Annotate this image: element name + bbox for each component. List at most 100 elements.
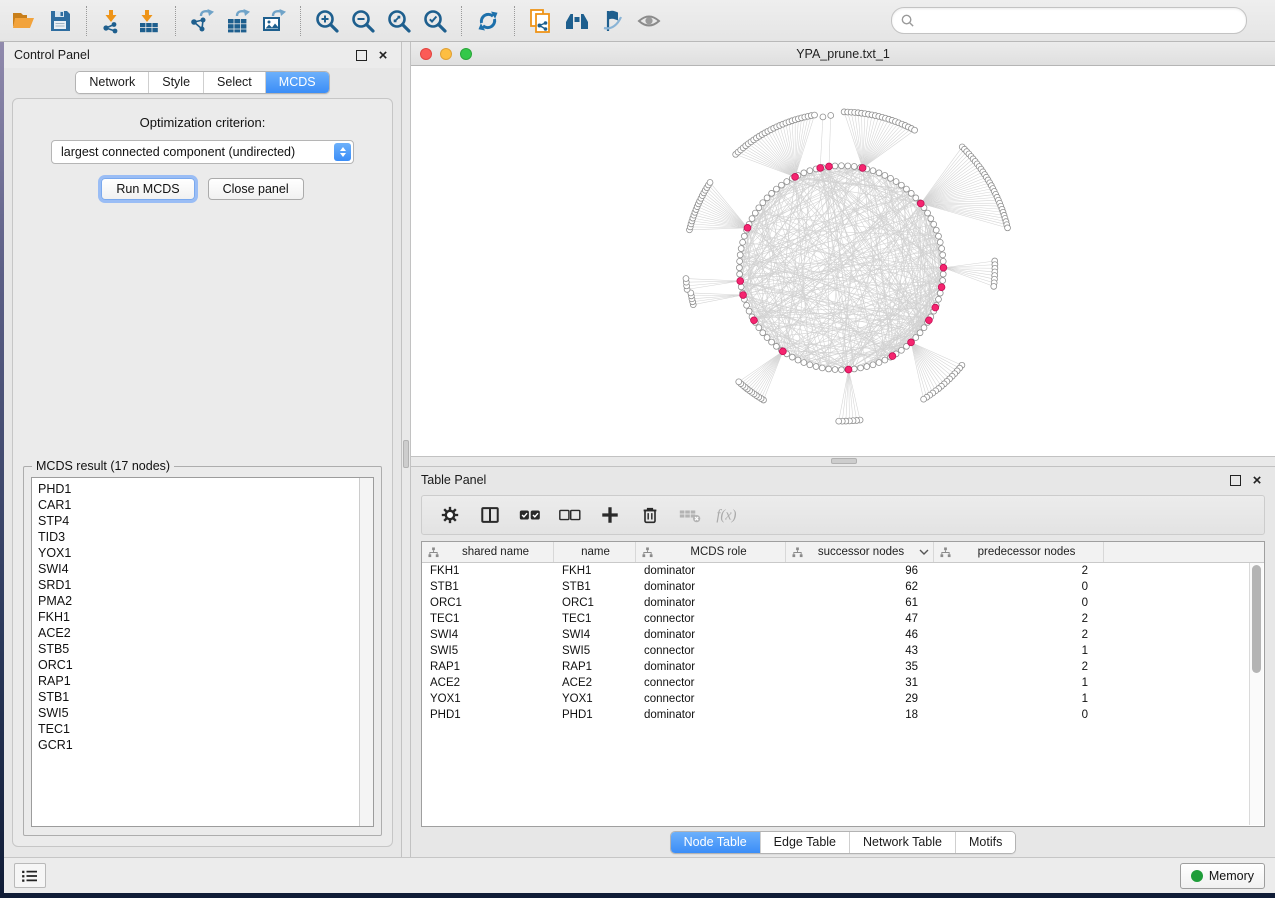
table-row[interactable]: SWI4SWI4dominator462	[422, 627, 1264, 643]
table-cell[interactable]: 0	[934, 709, 1104, 721]
table-cell[interactable]: 62	[786, 581, 934, 593]
table-cell[interactable]: PHD1	[422, 709, 554, 721]
mcds-result-item[interactable]: SWI4	[38, 561, 359, 577]
table-cell[interactable]: dominator	[636, 581, 786, 593]
show-hide-icon[interactable]	[633, 5, 665, 37]
table-row[interactable]: FKH1FKH1dominator962	[422, 563, 1264, 579]
table-cell[interactable]: FKH1	[422, 565, 554, 577]
table-cell[interactable]: 2	[934, 661, 1104, 673]
table-float-button[interactable]	[1227, 472, 1243, 488]
table-cell[interactable]: connector	[636, 693, 786, 705]
table-cell[interactable]: 46	[786, 629, 934, 641]
table-cell[interactable]: STB1	[422, 581, 554, 593]
table-scrollbar[interactable]	[1249, 563, 1263, 825]
table-cell[interactable]: 18	[786, 709, 934, 721]
table-cell[interactable]: 1	[934, 645, 1104, 657]
maximize-window-icon[interactable]	[460, 48, 472, 60]
table-row[interactable]: PHD1PHD1dominator180	[422, 707, 1264, 723]
table-cell[interactable]: SWI4	[422, 629, 554, 641]
export-network-icon[interactable]	[186, 5, 218, 37]
table-cell[interactable]: connector	[636, 613, 786, 625]
table-cell[interactable]: TEC1	[422, 613, 554, 625]
mcds-result-item[interactable]: TEC1	[38, 721, 359, 737]
export-table-icon[interactable]	[222, 5, 254, 37]
mcds-result-item[interactable]: YOX1	[38, 545, 359, 561]
zoom-in-icon[interactable]	[311, 5, 343, 37]
mcds-result-item[interactable]: STP4	[38, 513, 359, 529]
table-cell[interactable]: 2	[934, 629, 1104, 641]
vertical-splitter-grip[interactable]	[403, 440, 409, 468]
table-scrollbar-thumb[interactable]	[1252, 565, 1261, 673]
open-session-icon[interactable]	[8, 5, 40, 37]
table-cell[interactable]: 35	[786, 661, 934, 673]
close-mcds-panel-button[interactable]: Close panel	[208, 178, 304, 200]
minimize-window-icon[interactable]	[440, 48, 452, 60]
tab-network-table[interactable]: Network Table	[849, 832, 955, 853]
run-mcds-button[interactable]: Run MCDS	[101, 178, 194, 200]
mcds-result-item[interactable]: TID3	[38, 529, 359, 545]
table-row[interactable]: RAP1RAP1dominator352	[422, 659, 1264, 675]
tab-node-table[interactable]: Node Table	[671, 832, 760, 853]
column-header-successor-nodes[interactable]: successor nodes	[786, 542, 934, 562]
table-cell[interactable]: 1	[934, 693, 1104, 705]
mcds-result-item[interactable]: STB5	[38, 641, 359, 657]
split-columns-icon[interactable]	[473, 500, 507, 530]
tab-style[interactable]: Style	[148, 72, 203, 93]
table-cell[interactable]: ORC1	[554, 597, 636, 609]
zoom-out-icon[interactable]	[347, 5, 379, 37]
mcds-result-item[interactable]: SRD1	[38, 577, 359, 593]
task-history-button[interactable]	[14, 863, 46, 888]
mcds-result-item[interactable]: CAR1	[38, 497, 359, 513]
select-all-icon[interactable]	[513, 500, 547, 530]
table-cell[interactable]: YOX1	[422, 693, 554, 705]
mcds-result-item[interactable]: GCR1	[38, 737, 359, 753]
search-network-icon[interactable]	[561, 5, 593, 37]
table-cell[interactable]: 0	[934, 581, 1104, 593]
table-cell[interactable]: 0	[934, 597, 1104, 609]
toggle-graphics-details-icon[interactable]	[597, 5, 629, 37]
tab-mcds[interactable]: MCDS	[265, 72, 329, 93]
import-network-icon[interactable]	[97, 5, 129, 37]
table-cell[interactable]: 29	[786, 693, 934, 705]
mcds-list-scrollbar[interactable]	[359, 478, 373, 826]
tab-motifs[interactable]: Motifs	[955, 832, 1015, 853]
tab-select[interactable]: Select	[203, 72, 265, 93]
table-cell[interactable]: PHD1	[554, 709, 636, 721]
export-network-to-web-icon[interactable]	[525, 5, 557, 37]
network-graph[interactable]	[411, 66, 1275, 456]
table-row[interactable]: TEC1TEC1connector472	[422, 611, 1264, 627]
export-image-icon[interactable]	[258, 5, 290, 37]
table-cell[interactable]: 96	[786, 565, 934, 577]
table-cell[interactable]: dominator	[636, 629, 786, 641]
table-cell[interactable]: connector	[636, 645, 786, 657]
tab-network[interactable]: Network	[76, 72, 148, 93]
table-cell[interactable]: SWI4	[554, 629, 636, 641]
table-cell[interactable]: RAP1	[422, 661, 554, 673]
add-icon[interactable]	[593, 500, 627, 530]
table-cell[interactable]: dominator	[636, 597, 786, 609]
column-header-shared-name[interactable]: shared name	[422, 542, 554, 562]
table-cell[interactable]: ORC1	[422, 597, 554, 609]
vertical-splitter[interactable]	[401, 42, 411, 857]
table-cell[interactable]: 61	[786, 597, 934, 609]
table-cell[interactable]: 43	[786, 645, 934, 657]
zoom-fit-icon[interactable]	[383, 5, 415, 37]
close-window-icon[interactable]	[420, 48, 432, 60]
search-box[interactable]	[891, 7, 1247, 34]
settings-icon[interactable]	[433, 500, 467, 530]
memory-button[interactable]: Memory	[1180, 863, 1265, 889]
table-cell[interactable]: ACE2	[422, 677, 554, 689]
mcds-result-item[interactable]: PHD1	[38, 481, 359, 497]
table-cell[interactable]: SWI5	[554, 645, 636, 657]
table-row[interactable]: ACE2ACE2connector311	[422, 675, 1264, 691]
table-row[interactable]: SWI5SWI5connector431	[422, 643, 1264, 659]
table-cell[interactable]: dominator	[636, 565, 786, 577]
import-table-icon[interactable]	[133, 5, 165, 37]
table-row[interactable]: YOX1YOX1connector291	[422, 691, 1264, 707]
mcds-result-item[interactable]: STB1	[38, 689, 359, 705]
table-cell[interactable]: YOX1	[554, 693, 636, 705]
mcds-result-item[interactable]: PMA2	[38, 593, 359, 609]
delete-icon[interactable]	[633, 500, 667, 530]
refresh-icon[interactable]	[472, 5, 504, 37]
horizontal-splitter[interactable]	[411, 456, 1275, 467]
